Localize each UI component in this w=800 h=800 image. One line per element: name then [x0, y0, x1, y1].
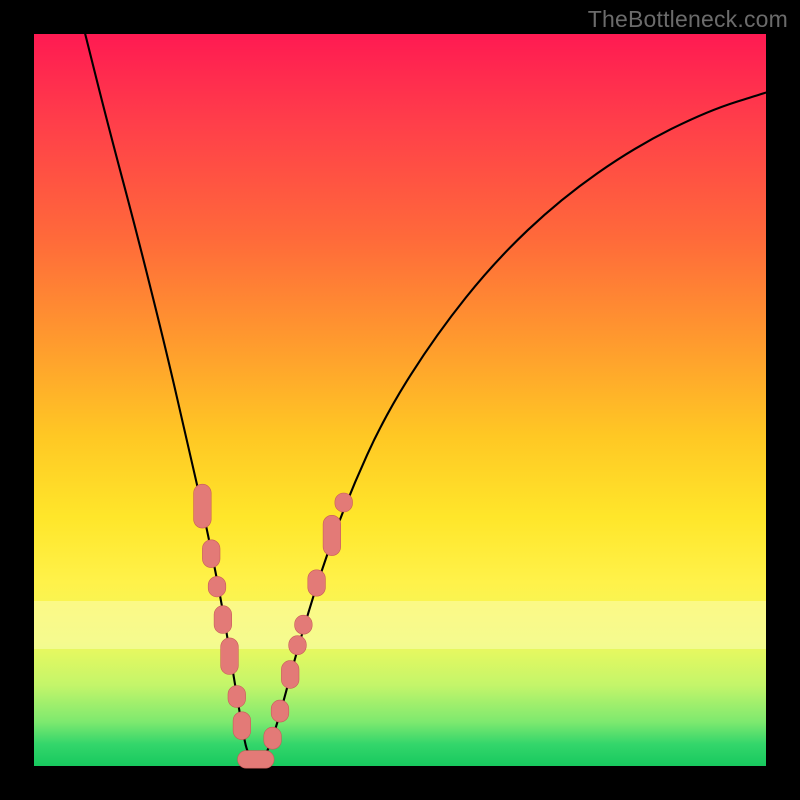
marker — [271, 700, 289, 722]
plot-area — [34, 34, 766, 766]
chart-frame: TheBottleneck.com — [0, 0, 800, 800]
marker — [238, 751, 275, 769]
bottleneck-curve — [85, 34, 766, 760]
marker — [308, 570, 326, 596]
marker — [208, 576, 226, 597]
marker — [214, 606, 232, 634]
marker — [233, 712, 251, 740]
marker — [194, 484, 212, 528]
chart-svg — [34, 34, 766, 766]
marker — [289, 636, 307, 655]
watermark-text: TheBottleneck.com — [588, 6, 788, 33]
sample-markers — [194, 484, 353, 768]
marker — [295, 615, 313, 634]
marker — [228, 686, 246, 708]
marker — [281, 661, 299, 689]
marker — [264, 727, 282, 749]
marker — [202, 540, 220, 568]
marker — [221, 638, 239, 675]
marker — [323, 515, 341, 555]
marker — [335, 493, 353, 512]
